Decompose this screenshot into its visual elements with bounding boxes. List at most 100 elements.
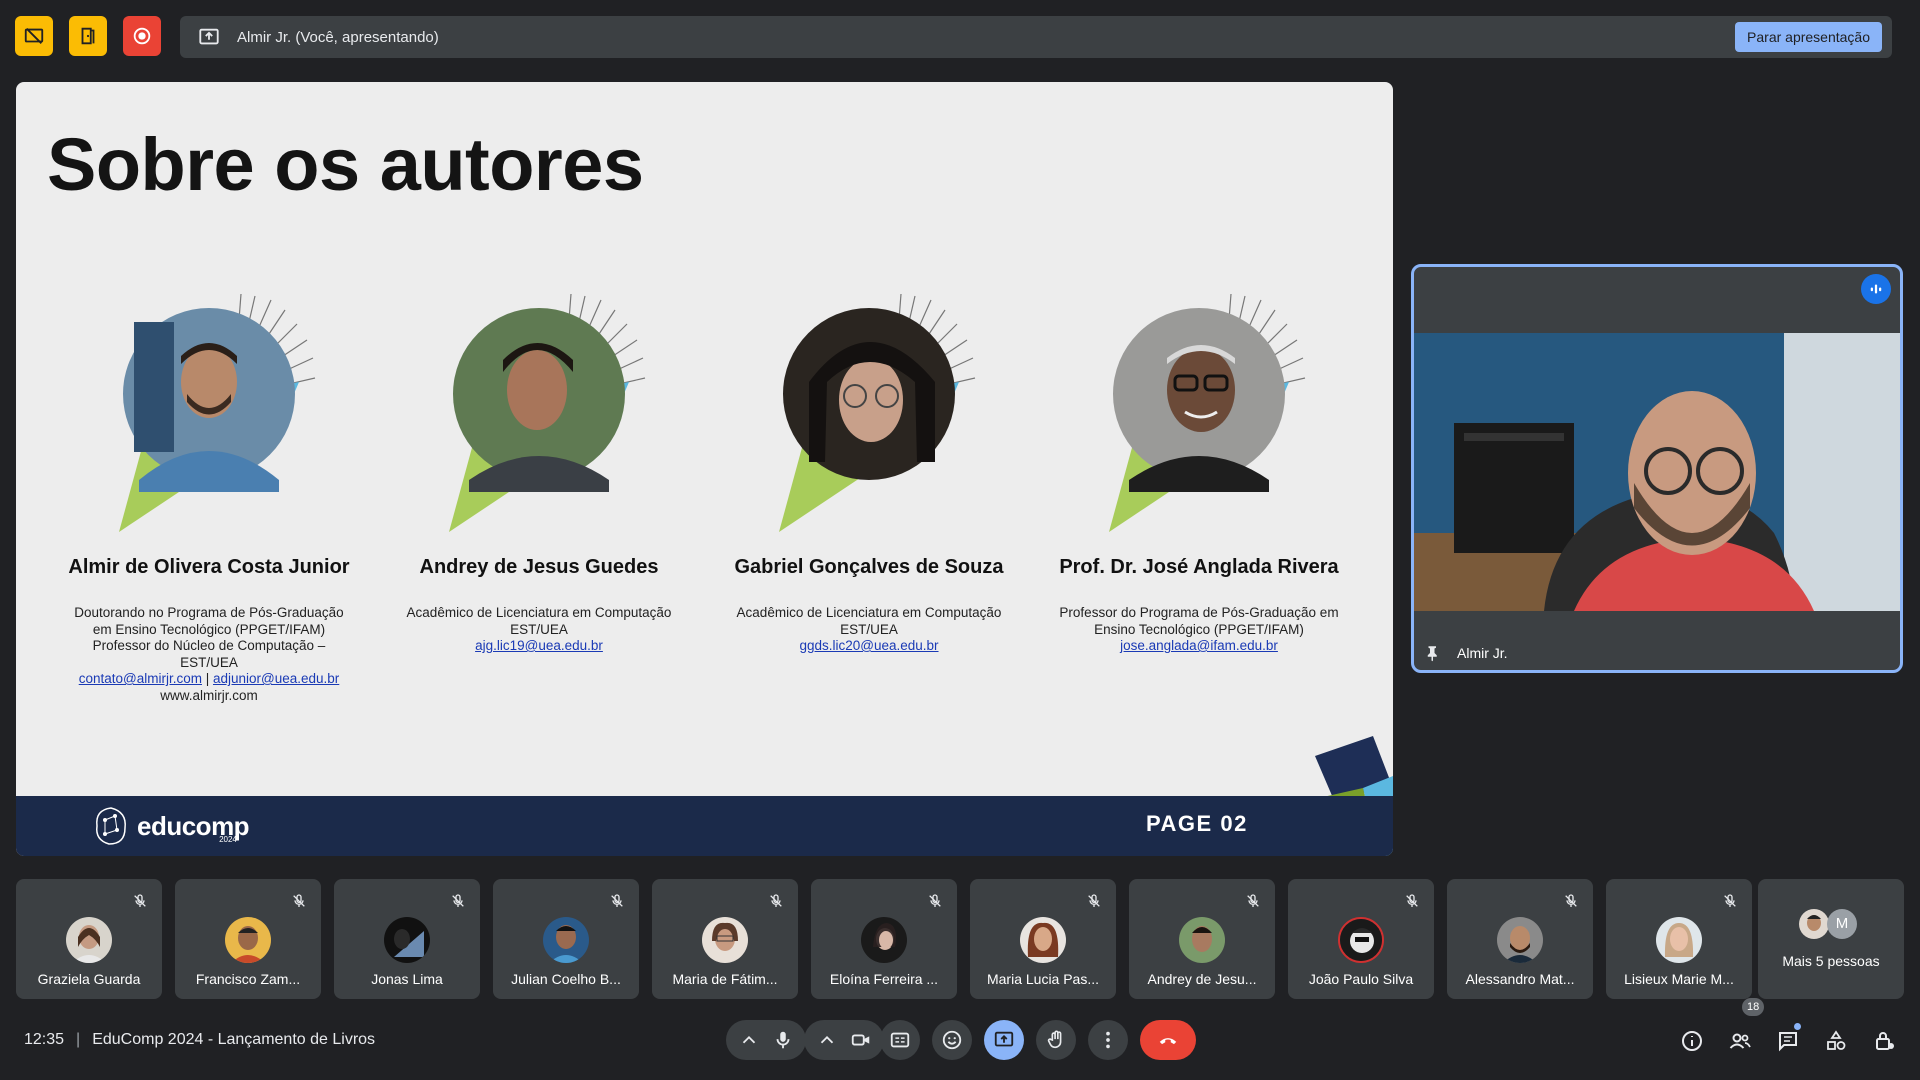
mic-off-icon	[929, 894, 941, 907]
more-options-button[interactable]	[1088, 1020, 1128, 1060]
author-name: Almir de Olivera Costa Junior	[68, 556, 350, 578]
author-line: em Ensino Tecnológico (PPGET/IFAM)	[92, 621, 326, 637]
present-screen-icon	[197, 25, 221, 49]
participant-name: Maria de Fátim...	[672, 971, 778, 987]
people-button[interactable]	[1725, 1026, 1755, 1056]
author-name: Andrey de Jesus Guedes	[419, 556, 659, 578]
microphone-control[interactable]	[726, 1020, 806, 1060]
meeting-title: EduComp 2024 - Lançamento de Livros	[92, 1031, 376, 1048]
mic-off-icon	[611, 894, 623, 907]
chat-button[interactable]	[1773, 1026, 1803, 1056]
author-email-link[interactable]: jose.anglada@ifam.edu.br	[1120, 638, 1278, 653]
emoji-icon	[942, 1030, 962, 1050]
chat-icon	[1779, 1032, 1797, 1052]
recording-button[interactable]	[123, 16, 161, 56]
participant-avatar	[225, 917, 271, 963]
more-people-tile[interactable]: M Mais 5 pessoas	[1758, 879, 1904, 999]
self-video-tile[interactable]: Almir Jr.	[1411, 264, 1903, 673]
participant-avatar	[66, 917, 112, 963]
author-email-link[interactable]: contato@almirjr.com	[79, 671, 202, 686]
participant-name: Eloína Ferreira ...	[829, 971, 939, 987]
author-line: EST/UEA	[180, 654, 238, 670]
chevron-up-icon[interactable]	[816, 1029, 838, 1051]
author-description: Acadêmico de Licenciatura em Computação …	[709, 605, 1029, 655]
mic-off-icon	[1088, 894, 1100, 907]
self-video-feed	[1414, 333, 1900, 611]
participant-avatar	[1656, 917, 1702, 963]
hand-icon	[1047, 1030, 1062, 1049]
raise-hand-button[interactable]	[1036, 1020, 1076, 1060]
hide-captions-button[interactable]	[15, 16, 53, 56]
leave-call-button[interactable]	[1140, 1020, 1196, 1060]
separator: |	[76, 1031, 81, 1048]
clock: 12:35	[24, 1031, 65, 1048]
author-portrait	[379, 272, 699, 542]
page-number: PAGE 02	[1146, 811, 1248, 836]
participant-avatar	[702, 917, 748, 963]
companion-mode-button[interactable]	[69, 16, 107, 56]
chevron-up-icon[interactable]	[738, 1029, 760, 1051]
participant-tile[interactable]: Julian Coelho B...	[493, 879, 639, 999]
presenting-banner: Almir Jr. (Você, apresentando) Parar apr…	[180, 16, 1892, 58]
participant-tile[interactable]: Maria de Fátim...	[652, 879, 798, 999]
participant-avatar	[1799, 909, 1829, 939]
participant-tile[interactable]: Jonas Lima	[334, 879, 480, 999]
participant-avatar	[861, 917, 907, 963]
participant-avatar	[384, 917, 430, 963]
microphone-icon[interactable]	[772, 1029, 794, 1051]
host-controls-button[interactable]	[1869, 1026, 1899, 1056]
participant-tile[interactable]: João Paulo Silva	[1288, 879, 1434, 999]
participant-avatar	[1020, 917, 1066, 963]
participant-tile[interactable]: Graziela Guarda	[16, 879, 162, 999]
participant-strip: Graziela Guarda Francisco Zam... Jonas L…	[16, 879, 1904, 999]
author-line: Ensino Tecnológico (PPGET/IFAM)	[1094, 621, 1304, 637]
participant-name: João Paulo Silva	[1308, 971, 1414, 987]
mic-off-icon	[134, 894, 146, 907]
presenting-label: Almir Jr. (Você, apresentando)	[237, 28, 439, 46]
camera-icon[interactable]	[850, 1029, 872, 1051]
participant-avatar	[543, 917, 589, 963]
pin-icon[interactable]	[1424, 644, 1442, 662]
participant-tile[interactable]: Eloína Ferreira ...	[811, 879, 957, 999]
author-description: Professor do Programa de Pós-Graduação e…	[1039, 605, 1359, 655]
author-line: Acadêmico de Licenciatura em Computação	[406, 605, 672, 620]
participant-name: Graziela Guarda	[37, 971, 141, 987]
author-line: Acadêmico de Licenciatura em Computação	[736, 605, 1002, 620]
author-name: Gabriel Gonçalves de Souza	[734, 556, 1004, 578]
door-icon	[81, 27, 95, 45]
mic-off-icon	[770, 894, 782, 907]
self-name-label: Almir Jr.	[1457, 645, 1508, 661]
slide-footer: educomp 2024 PAGE 02	[16, 796, 1393, 856]
author-line: Doutorando no Programa de Pós-Graduação	[74, 605, 344, 620]
present-screen-icon	[994, 1031, 1014, 1047]
present-screen-button[interactable]	[984, 1020, 1024, 1060]
participant-tile[interactable]: Lisieux Marie M...	[1606, 879, 1752, 999]
participant-tile[interactable]: Alessandro Mat...	[1447, 879, 1593, 999]
captions-button[interactable]	[880, 1020, 920, 1060]
activities-button[interactable]	[1821, 1026, 1851, 1056]
author-email-link[interactable]: ggds.lic20@uea.edu.br	[799, 638, 938, 653]
shapes-icon	[1827, 1030, 1846, 1050]
participant-name: Julian Coelho B...	[511, 971, 621, 987]
meeting-details-button[interactable]	[1677, 1026, 1707, 1056]
author-name: Prof. Dr. José Anglada Rivera	[1059, 556, 1339, 578]
participant-tile[interactable]: Francisco Zam...	[175, 879, 321, 999]
stop-presenting-button[interactable]: Parar apresentação	[1735, 22, 1882, 52]
captions-icon	[890, 1032, 910, 1048]
educomp-logo: educomp 2024	[91, 804, 250, 848]
mic-off-icon	[1724, 894, 1736, 907]
author-email-link[interactable]: ajg.lic19@uea.edu.br	[475, 638, 603, 653]
mic-off-icon	[452, 894, 464, 907]
chat-notification-dot	[1794, 1023, 1801, 1030]
participant-tile[interactable]: Andrey de Jesu...	[1129, 879, 1275, 999]
camera-control[interactable]	[804, 1020, 884, 1060]
participant-name: Lisieux Marie M...	[1624, 971, 1734, 987]
participant-tile[interactable]: Maria Lucia Pas...	[970, 879, 1116, 999]
participant-avatar	[1338, 917, 1384, 963]
reactions-button[interactable]	[932, 1020, 972, 1060]
record-icon	[133, 27, 151, 45]
author-email-link[interactable]: adjunior@uea.edu.br	[213, 671, 339, 686]
speaking-indicator-icon	[1861, 274, 1891, 304]
author-card: Andrey de Jesus Guedes Acadêmico de Lice…	[379, 272, 699, 655]
people-count-badge: 18	[1742, 998, 1765, 1016]
